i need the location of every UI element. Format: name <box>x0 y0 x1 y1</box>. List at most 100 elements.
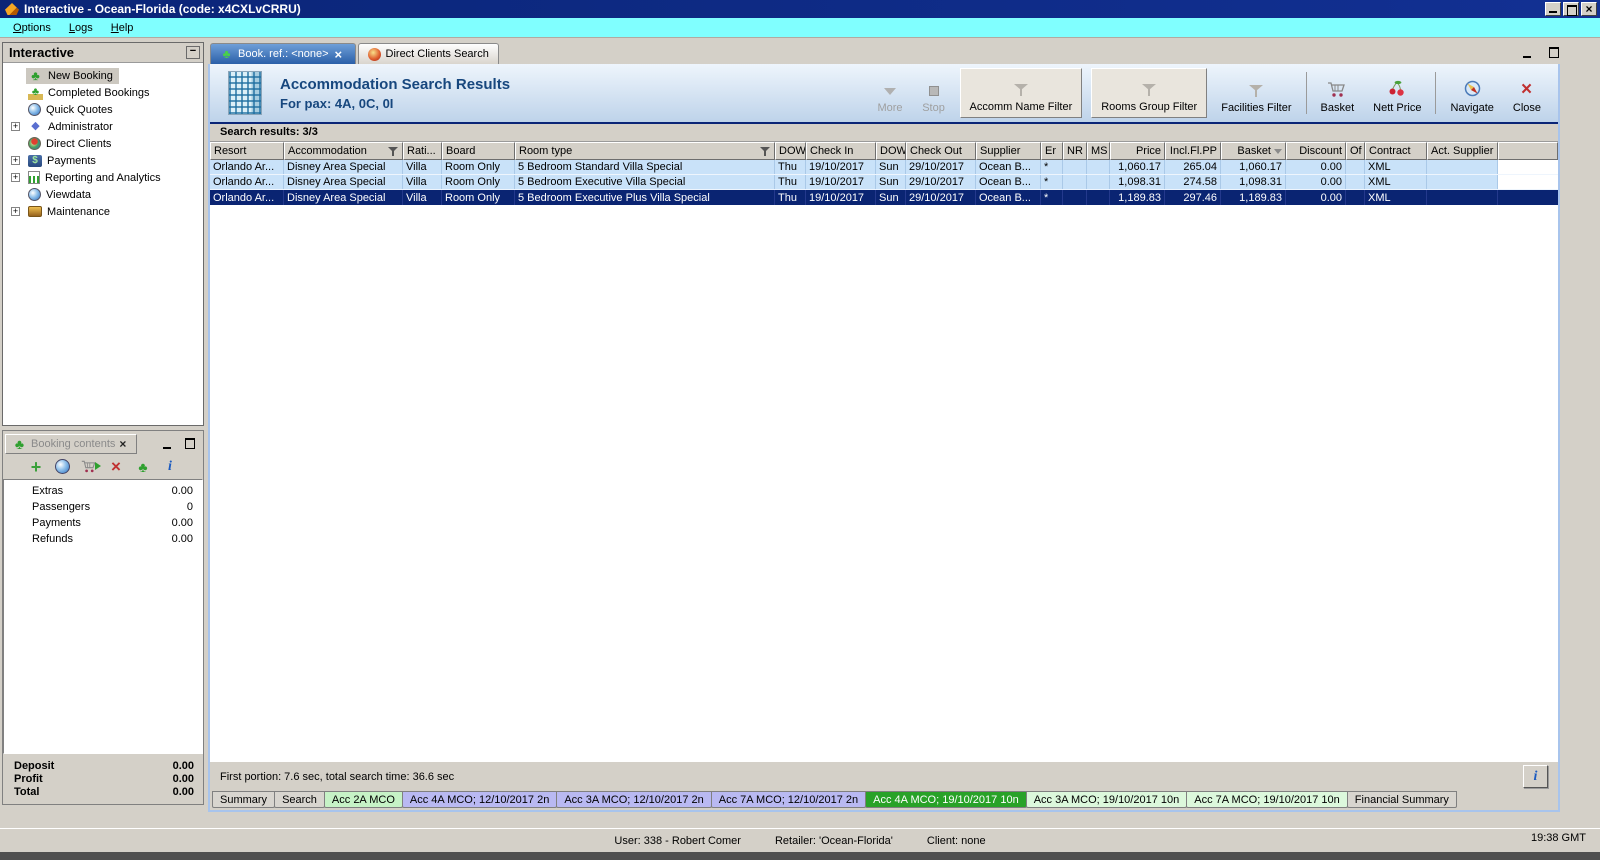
bottom-tab[interactable]: Acc 4A MCO; 12/10/2017 2n <box>401 791 558 808</box>
column-header-supplier[interactable]: Supplier <box>976 142 1041 160</box>
column-header-dow-out[interactable]: DOW <box>876 142 906 160</box>
column-header-act-supplier[interactable]: Act. Supplier <box>1427 142 1498 160</box>
collapse-icon[interactable] <box>186 45 200 59</box>
column-header-price[interactable]: Price <box>1110 142 1165 160</box>
close-results-button[interactable]: Close <box>1508 70 1546 116</box>
info-icon[interactable] <box>162 459 178 475</box>
sidebar-item[interactable]: Reporting and Analytics <box>3 169 203 186</box>
delete-icon[interactable] <box>108 459 124 475</box>
facilities-filter-button[interactable]: Facilities Filter <box>1216 70 1296 116</box>
restore-icon[interactable] <box>1563 2 1579 16</box>
sidebar-item[interactable]: Completed Bookings <box>3 84 203 101</box>
sidebar-item[interactable]: Direct Clients <box>3 135 203 152</box>
column-header-basket[interactable]: Basket <box>1221 142 1286 160</box>
list-item[interactable]: Extras 0.00 <box>4 483 202 499</box>
expand-icon[interactable] <box>11 206 20 217</box>
list-item[interactable]: Passengers 0 <box>4 499 202 515</box>
sidebar-item[interactable]: Maintenance <box>3 203 203 220</box>
minimize-icon[interactable] <box>1545 2 1561 16</box>
column-header-check-out[interactable]: Check Out <box>906 142 976 160</box>
cell-resort: Orlando Ar... <box>210 175 284 189</box>
result-row[interactable]: Orlando Ar... Disney Area Special Villa … <box>210 190 1558 205</box>
menu-item[interactable]: Logs <box>60 19 102 37</box>
palm-tree-icon[interactable] <box>135 459 151 475</box>
column-header-dow-in[interactable]: DOW <box>775 142 806 160</box>
bottom-tab[interactable]: Search <box>274 791 325 808</box>
sidebar-item[interactable]: Quick Quotes <box>3 101 203 118</box>
expand-icon[interactable] <box>11 172 20 183</box>
nett-price-button[interactable]: Nett Price <box>1368 70 1426 116</box>
panel-window-controls <box>160 436 200 451</box>
expand-icon[interactable] <box>11 121 20 132</box>
navigate-button[interactable]: Navigate <box>1445 70 1498 116</box>
column-header-accommodation[interactable]: Accommodation <box>284 142 403 160</box>
result-row[interactable]: Orlando Ar... Disney Area Special Villa … <box>210 160 1558 175</box>
results-table-header: Resort Accommodation Rati... Board Room … <box>210 142 1558 160</box>
close-icon[interactable] <box>1581 2 1597 16</box>
rooms-group-filter-button[interactable]: Rooms Group Filter <box>1091 68 1208 118</box>
more-button[interactable]: More <box>872 70 907 116</box>
column-header-resort[interactable]: Resort <box>210 142 284 160</box>
cell-price: 1,060.17 <box>1110 160 1165 174</box>
total-label: Deposit <box>14 759 55 772</box>
sidebar-item-body: Completed Bookings <box>26 85 156 101</box>
minimize-icon[interactable] <box>160 436 178 451</box>
bottom-tab[interactable]: Acc 7A MCO; 12/10/2017 2n <box>710 791 867 808</box>
compass-icon <box>1464 80 1480 97</box>
column-header-discount[interactable]: Discount <box>1286 142 1346 160</box>
sidebar-item[interactable]: Administrator <box>3 118 203 135</box>
bottom-tab[interactable]: Acc 7A MCO; 19/10/2017 10n <box>1186 791 1348 808</box>
add-to-basket-cart-icon[interactable] <box>81 459 101 475</box>
column-header-er[interactable]: Er <box>1041 142 1063 160</box>
refresh-globe-icon[interactable] <box>55 459 70 474</box>
column-header-ms[interactable]: MS <box>1087 142 1110 160</box>
stop-button[interactable]: Stop <box>917 70 951 116</box>
cell-accommodation: Disney Area Special <box>284 190 403 205</box>
add-item-icon[interactable] <box>28 459 44 475</box>
cell-resort: Orlando Ar... <box>210 190 284 205</box>
bottom-tab[interactable]: Financial Summary <box>1346 791 1457 808</box>
expand-icon[interactable] <box>11 155 20 166</box>
column-header-incl-fl-pp[interactable]: Incl.Fl.PP <box>1165 142 1221 160</box>
basket-button[interactable]: Basket <box>1316 70 1360 116</box>
document-tab[interactable]: Direct Clients Search <box>357 43 499 64</box>
filter-icon[interactable] <box>388 146 399 157</box>
bottom-tab[interactable]: Summary <box>212 791 276 808</box>
bottom-tab[interactable]: Acc 4A MCO; 19/10/2017 10n <box>865 791 1027 808</box>
sidebar-item[interactable]: Payments <box>3 152 203 169</box>
cell-check-out: 29/10/2017 <box>906 190 976 205</box>
close-icon[interactable] <box>119 437 130 451</box>
bottom-tab[interactable]: Acc 3A MCO; 12/10/2017 2n <box>556 791 712 808</box>
menu-item[interactable]: Help <box>102 19 143 37</box>
cell-accommodation: Disney Area Special <box>284 175 403 189</box>
column-header-of[interactable]: Of <box>1346 142 1365 160</box>
info-button[interactable]: i <box>1523 765 1548 788</box>
column-header-rating[interactable]: Rati... <box>403 142 442 160</box>
sidebar-item[interactable]: New Booking <box>3 67 203 84</box>
building-icon <box>228 71 262 115</box>
list-item[interactable]: Refunds 0.00 <box>4 531 202 547</box>
column-header-nr[interactable]: NR <box>1063 142 1087 160</box>
stop-icon <box>928 86 939 96</box>
filter-icon[interactable] <box>760 146 771 157</box>
accomm-name-filter-button[interactable]: Accomm Name Filter <box>959 68 1083 118</box>
column-header-room-type[interactable]: Room type <box>515 142 775 160</box>
sidebar-item[interactable]: Viewdata <box>3 186 203 203</box>
document-tab[interactable]: Book. ref.: <none> <box>210 43 356 64</box>
column-header-contract[interactable]: Contract <box>1365 142 1427 160</box>
cell-basket: 1,098.31 <box>1221 175 1286 189</box>
list-item[interactable]: Payments 0.00 <box>4 515 202 531</box>
cell-ms <box>1087 160 1110 174</box>
result-row[interactable]: Orlando Ar... Disney Area Special Villa … <box>210 175 1558 190</box>
menu-item[interactable]: Options <box>4 19 60 37</box>
column-header-board[interactable]: Board <box>442 142 515 160</box>
bottom-tab[interactable]: Acc 3A MCO; 19/10/2017 10n <box>1025 791 1188 808</box>
column-header-check-in[interactable]: Check In <box>806 142 876 160</box>
tab-close-icon[interactable] <box>334 47 346 62</box>
minimize-icon[interactable] <box>1520 45 1538 60</box>
maximize-icon[interactable] <box>1546 45 1564 60</box>
bottom-tab[interactable]: Acc 2A MCO <box>323 791 403 808</box>
booking-contents-tab[interactable]: Booking contents <box>5 433 138 454</box>
sidebar-item-icon <box>28 188 41 201</box>
maximize-icon[interactable] <box>182 436 200 451</box>
